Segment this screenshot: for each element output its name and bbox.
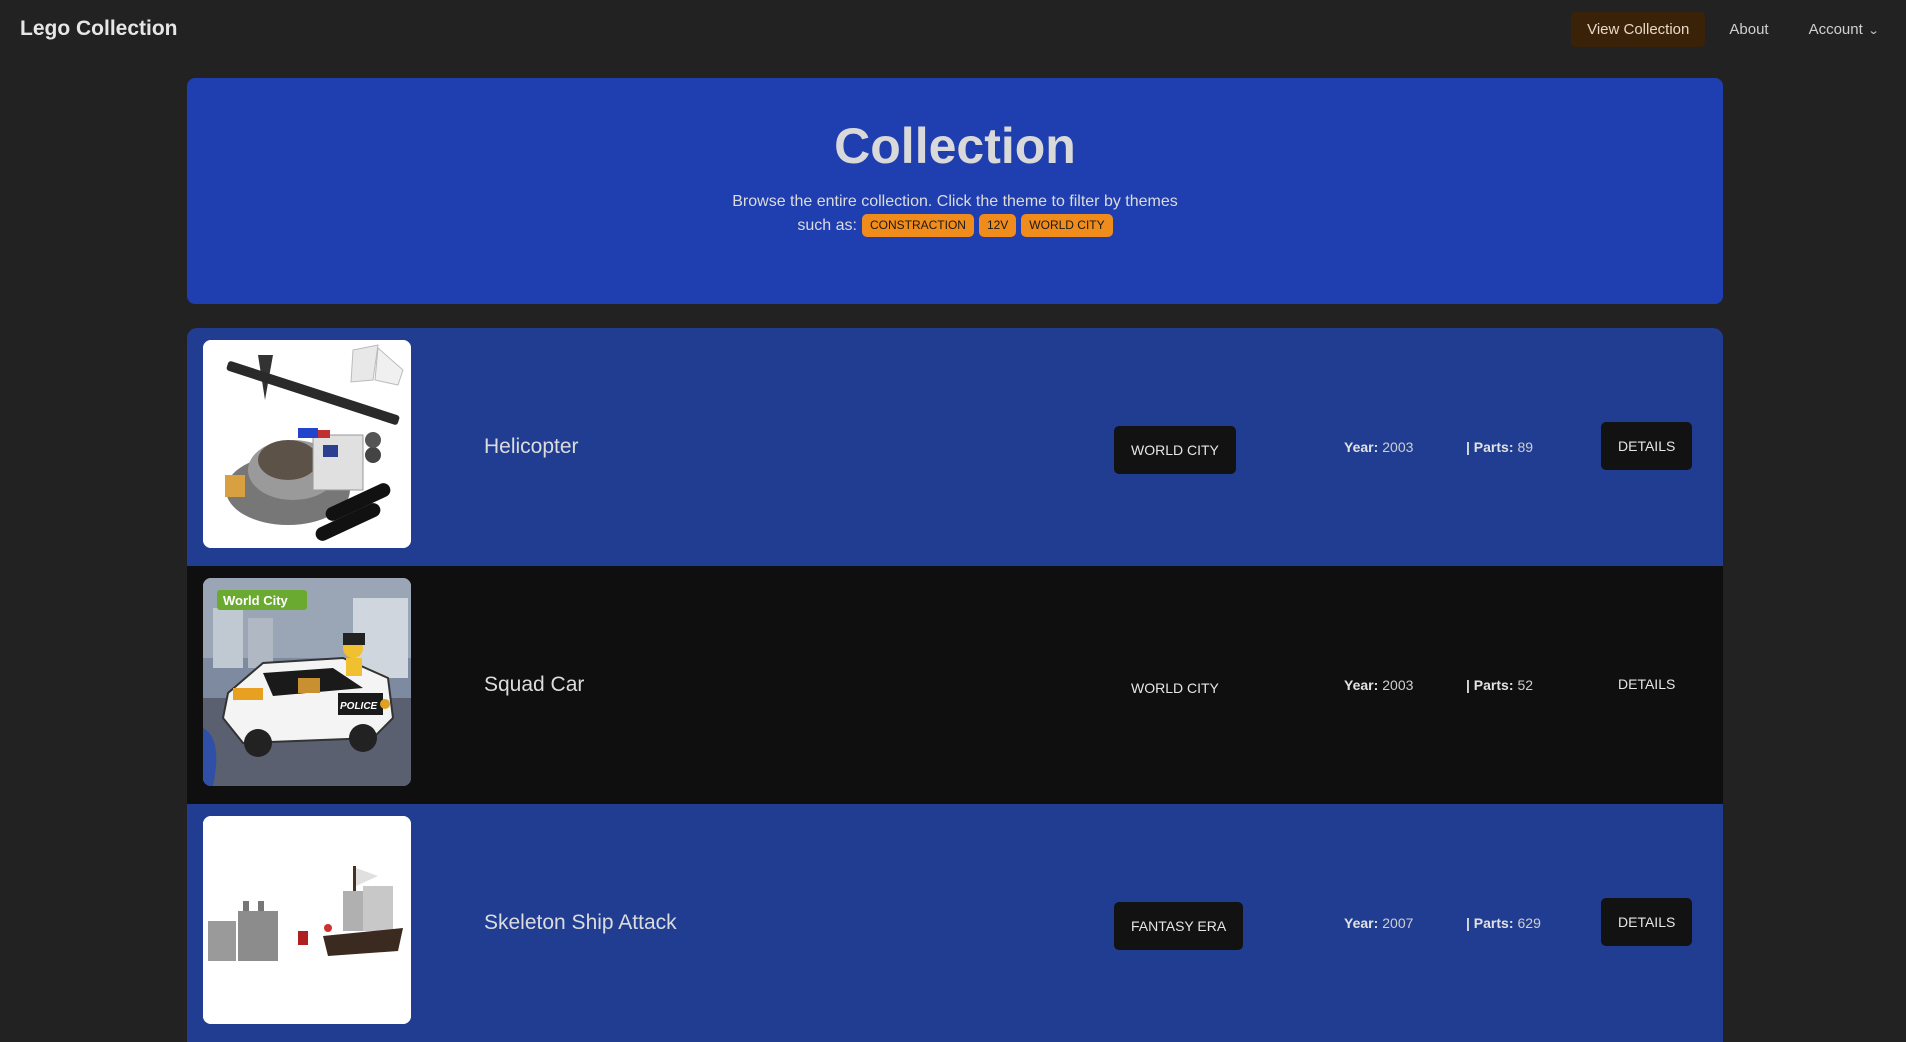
- theme-badge-constraction[interactable]: CONSTRACTION: [861, 214, 974, 237]
- set-parts: | Parts: 629: [1466, 804, 1541, 1042]
- box-label: World City: [223, 593, 289, 608]
- set-name: Squad Car: [484, 673, 585, 696]
- nav-about[interactable]: About: [1713, 12, 1784, 47]
- set-year: Year: 2007: [1344, 804, 1413, 1042]
- parts-label: | Parts:: [1466, 439, 1514, 455]
- theme-badge-12v[interactable]: 12V: [978, 214, 1017, 237]
- nav-links: View Collection About Account ⌄: [1571, 11, 1894, 47]
- hero-banner: Collection Browse the entire collection.…: [187, 78, 1723, 304]
- parts-label: | Parts:: [1466, 915, 1514, 931]
- set-row: World City POLICE Squad Car WORLD CITY Y…: [187, 566, 1723, 804]
- page-title: Collection: [834, 118, 1076, 174]
- car-label: POLICE: [340, 701, 378, 712]
- set-row: Helicopter WORLD CITY Year: 2003 | Parts:…: [187, 328, 1723, 566]
- nav-account-label: Account: [1808, 20, 1863, 38]
- details-button[interactable]: DETAILS: [1601, 660, 1692, 708]
- year-value: 2003: [1382, 439, 1414, 455]
- hero-description-prefix: such as:: [797, 216, 857, 234]
- year-label: Year:: [1344, 915, 1379, 931]
- theme-badge-world-city[interactable]: WORLD CITY: [1021, 214, 1113, 237]
- details-button[interactable]: DETAILS: [1601, 898, 1693, 946]
- hero-description: Browse the entire collection. Click the …: [187, 190, 1723, 238]
- set-parts: | Parts: 89: [1466, 328, 1533, 566]
- year-value: 2003: [1382, 677, 1414, 693]
- chevron-down-icon: ⌄: [1867, 24, 1880, 37]
- parts-value: 52: [1517, 677, 1534, 693]
- parts-label: | Parts:: [1466, 677, 1514, 693]
- brand-logo[interactable]: Lego Collection: [20, 17, 178, 41]
- year-label: Year:: [1344, 439, 1379, 455]
- set-theme-button[interactable]: FANTASY ERA: [1114, 902, 1244, 950]
- year-label: Year:: [1344, 677, 1379, 693]
- nav-view-collection[interactable]: View Collection: [1571, 11, 1706, 47]
- hero-description-line2: such as: CONSTRACTION 12V WORLD CITY: [797, 214, 1113, 238]
- nav-account-dropdown[interactable]: Account ⌄: [1793, 12, 1894, 47]
- parts-value: 89: [1517, 439, 1534, 455]
- parts-value: 629: [1517, 915, 1541, 931]
- set-theme-button[interactable]: WORLD CITY: [1114, 664, 1236, 712]
- set-name: Skeleton Ship Attack: [484, 911, 677, 934]
- set-row: Skeleton Ship Attack FANTASY ERA Year: 20…: [187, 804, 1723, 1042]
- set-year: Year: 2003: [1344, 566, 1413, 804]
- set-theme-button[interactable]: WORLD CITY: [1114, 426, 1236, 474]
- set-parts: | Parts: 52: [1466, 566, 1533, 804]
- details-button[interactable]: DETAILS: [1601, 422, 1693, 470]
- set-name: Helicopter: [484, 435, 579, 458]
- squad-car-set-image[interactable]: World City POLICE: [203, 578, 411, 786]
- helicopter-set-image[interactable]: [203, 340, 411, 548]
- hero-description-line1: Browse the entire collection. Click the …: [732, 192, 1178, 210]
- set-year: Year: 2003: [1344, 328, 1413, 566]
- navbar: Lego Collection View Collection About Ac…: [0, 0, 1906, 58]
- collection-list: Helicopter WORLD CITY Year: 2003 | Parts:…: [187, 328, 1723, 1042]
- skeleton-ship-set-image[interactable]: [203, 816, 411, 1024]
- year-value: 2007: [1382, 915, 1414, 931]
